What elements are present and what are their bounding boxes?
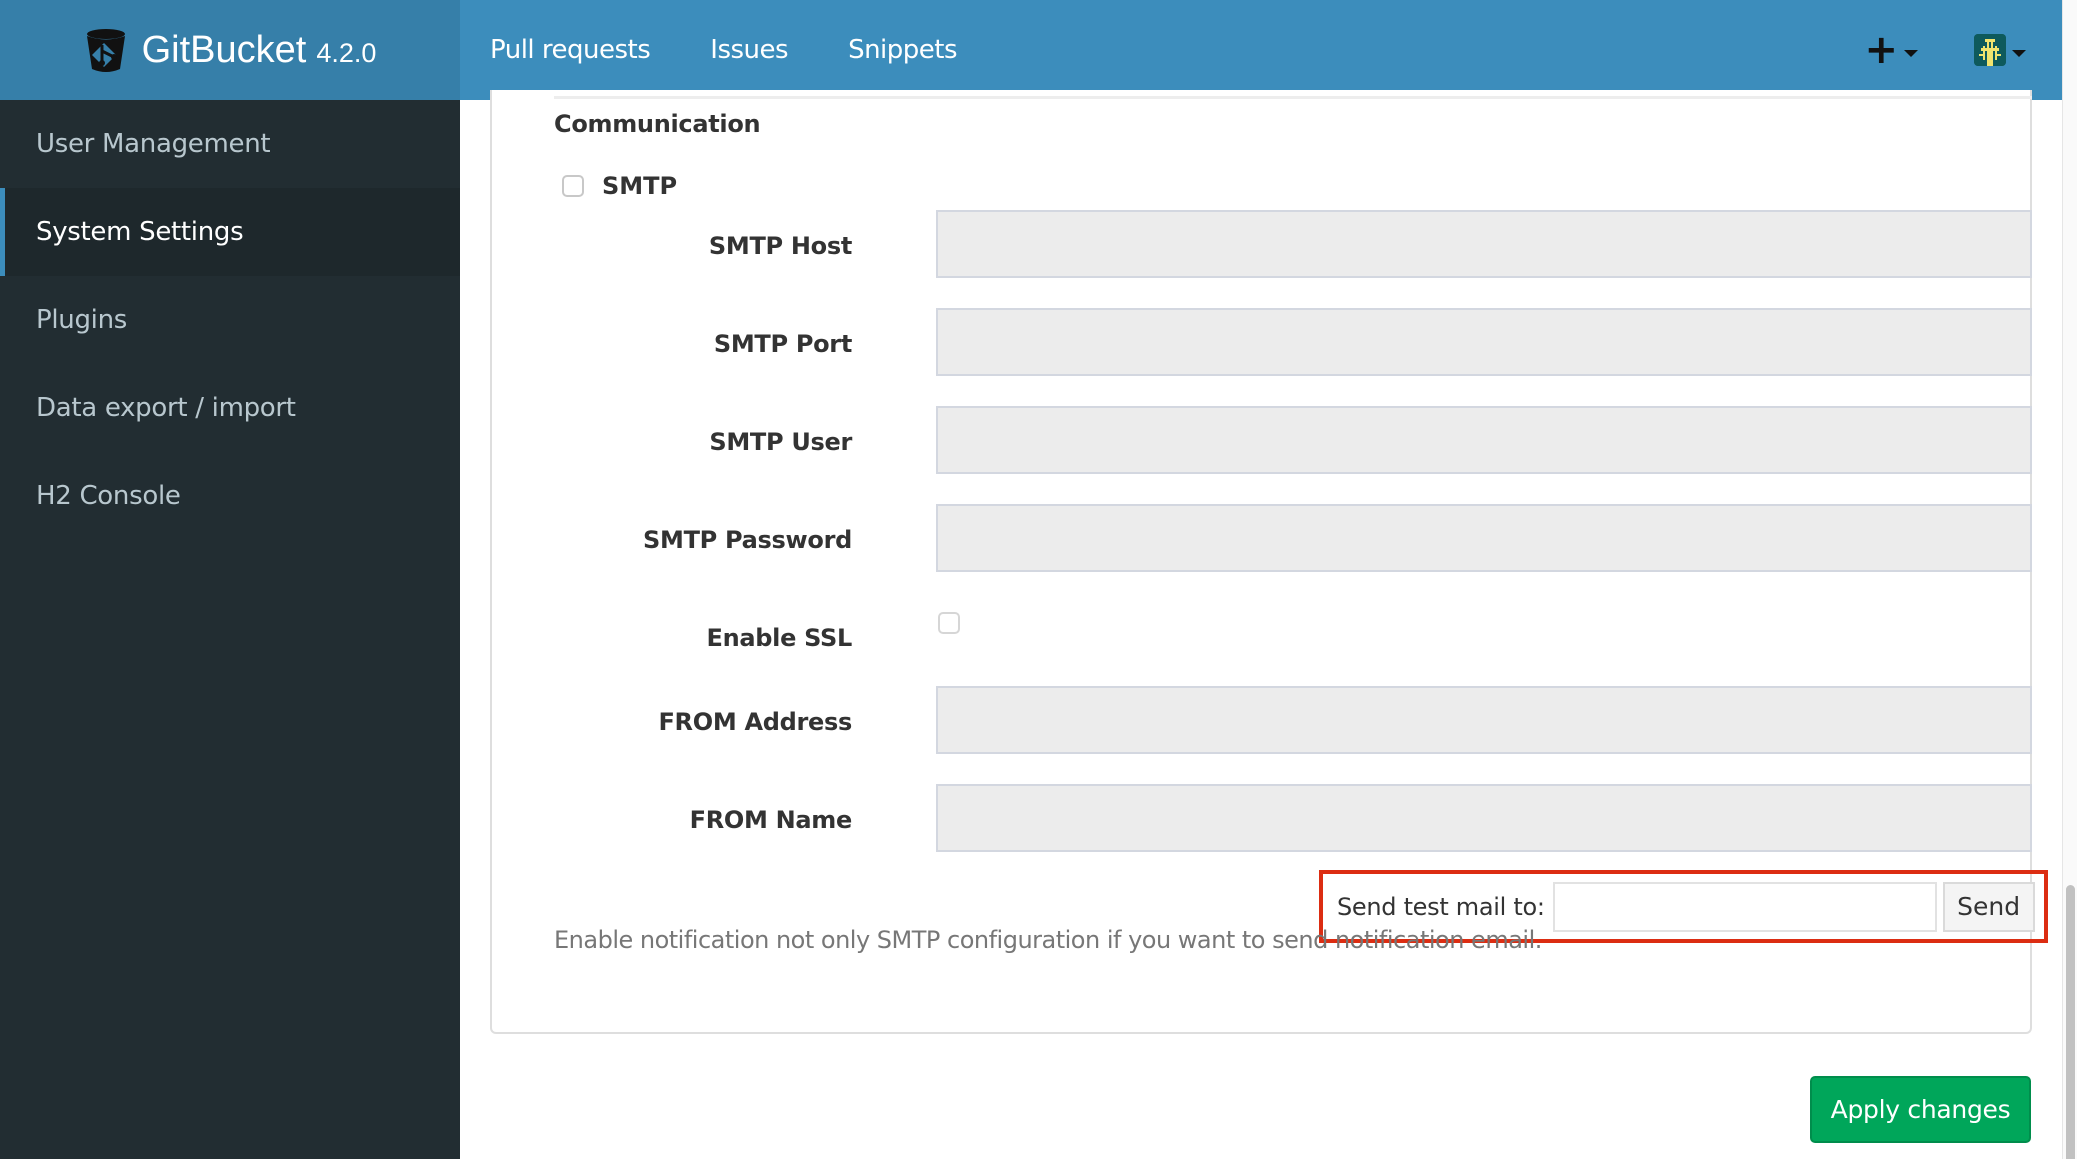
smtp-password-input[interactable] <box>936 504 2032 572</box>
smtp-checkbox[interactable] <box>562 175 584 197</box>
section-divider <box>554 96 2032 99</box>
sidebar-item-h2-console[interactable]: H2 Console <box>0 452 460 540</box>
sidebar-item-data-export-import[interactable]: Data export / import <box>0 364 460 452</box>
smtp-user-label: SMTP User <box>709 428 852 456</box>
main-content: Communication SMTP SMTP Host SMTP Port S… <box>460 90 2062 1159</box>
section-title: Communication <box>554 110 761 138</box>
create-new-dropdown[interactable]: + <box>1864 30 1918 70</box>
settings-panel: Communication SMTP SMTP Host SMTP Port S… <box>490 90 2048 1034</box>
top-nav: Pull requests Issues Snippets <box>490 0 1017 100</box>
scrollbar-thumb[interactable] <box>2066 885 2075 1159</box>
smtp-checkbox-label: SMTP <box>602 172 678 200</box>
caret-down-icon <box>2012 49 2026 57</box>
smtp-user-input[interactable] <box>936 406 2032 474</box>
sidebar-item-system-settings[interactable]: System Settings <box>0 188 460 276</box>
smtp-host-label: SMTP Host <box>708 232 852 260</box>
sidebar: User Management System Settings Plugins … <box>0 100 460 1159</box>
apply-changes-button[interactable]: Apply changes <box>1810 1076 2031 1143</box>
top-header: GitBucket 4.2.0 Pull requests Issues Sni… <box>0 0 2062 100</box>
plus-icon: + <box>1864 27 1898 73</box>
sidebar-item-plugins[interactable]: Plugins <box>0 276 460 364</box>
sidebar-item-user-management[interactable]: User Management <box>0 100 460 188</box>
nav-issues[interactable]: Issues <box>710 35 788 65</box>
smtp-password-label: SMTP Password <box>643 526 852 554</box>
nav-pull-requests[interactable]: Pull requests <box>490 35 651 65</box>
smtp-toggle[interactable]: SMTP <box>562 172 677 200</box>
notification-hint: Enable notification not only SMTP config… <box>554 926 1542 954</box>
test-mail-label: Send test mail to: <box>1337 892 1545 921</box>
header-actions: + <box>1864 0 2062 100</box>
caret-down-icon <box>1904 49 1918 57</box>
avatar <box>1974 34 2006 66</box>
smtp-port-input[interactable] <box>936 308 2032 376</box>
gitbucket-logo-icon <box>86 29 125 72</box>
app-version: 4.2.0 <box>316 37 377 68</box>
vertical-scrollbar[interactable] <box>2062 0 2077 1159</box>
app-name: GitBucket <box>141 28 307 71</box>
brand-logo-link[interactable]: GitBucket 4.2.0 <box>0 0 460 100</box>
from-address-input[interactable] <box>936 686 2032 754</box>
nav-snippets[interactable]: Snippets <box>848 35 957 65</box>
enable-ssl-checkbox[interactable] <box>938 612 960 634</box>
enable-ssl-label: Enable SSL <box>706 624 852 652</box>
from-address-label: FROM Address <box>658 708 852 736</box>
test-mail-input[interactable] <box>1552 881 1937 932</box>
from-name-input[interactable] <box>936 784 2032 852</box>
smtp-host-input[interactable] <box>936 210 2032 278</box>
smtp-port-label: SMTP Port <box>713 330 852 358</box>
user-menu-dropdown[interactable] <box>1974 34 2026 66</box>
send-test-mail-button[interactable]: Send <box>1942 881 2035 932</box>
from-name-label: FROM Name <box>689 806 853 834</box>
